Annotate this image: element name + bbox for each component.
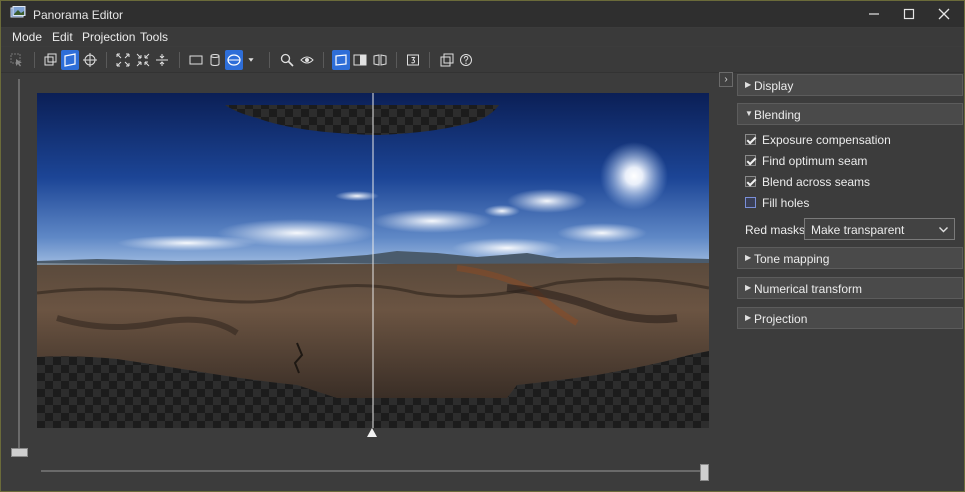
collapse-arrow-icon: ▼ <box>745 109 753 118</box>
projection-dropdown-icon <box>248 58 254 62</box>
section-numerical-transform-label: Numerical transform <box>754 282 863 296</box>
straighten-icon <box>156 54 168 66</box>
help-button[interactable] <box>457 50 475 70</box>
horizontal-slider-track[interactable] <box>41 470 705 472</box>
select-button[interactable] <box>8 50 26 70</box>
crop-button[interactable] <box>61 50 79 70</box>
help-icon <box>460 54 472 66</box>
section-tone-mapping[interactable]: ▶ Tone mapping <box>737 247 963 269</box>
cylindrical-button[interactable] <box>206 50 224 70</box>
preview-eye-icon <box>300 56 314 64</box>
rectilinear-button[interactable] <box>187 50 205 70</box>
spherical-button[interactable] <box>225 50 243 70</box>
color-picker-icon <box>353 54 367 66</box>
expand-arrow-icon: ▶ <box>745 313 752 322</box>
blend-across-seams-checkbox[interactable] <box>745 176 756 187</box>
toolbar-separator <box>34 52 35 68</box>
close-icon <box>938 8 950 20</box>
rectilinear-projection-icon <box>189 55 203 65</box>
color-picker-button[interactable] <box>351 50 369 70</box>
select-arrow-icon <box>10 53 22 67</box>
section-numerical-transform[interactable]: ▶ Numerical transform <box>737 277 963 299</box>
split-view-button[interactable] <box>371 50 389 70</box>
expand-arrow-icon: ▶ <box>745 80 752 89</box>
identify-icon <box>335 54 347 66</box>
expand-arrow-icon: ▶ <box>745 253 752 262</box>
menu-projection[interactable]: Projection <box>82 30 135 44</box>
projection-dropdown-button[interactable] <box>245 50 257 70</box>
title-bar: Panorama Editor <box>1 1 964 27</box>
vertical-slider-handle[interactable] <box>11 448 28 457</box>
panorama-editor-window: Panorama Editor Mode Edit Projection Too… <box>0 0 965 492</box>
chevron-down-icon <box>939 227 948 233</box>
split-view-icon <box>373 54 387 66</box>
find-optimum-seam-checkbox[interactable] <box>745 155 756 166</box>
app-icon <box>10 6 26 18</box>
spherical-projection-icon <box>227 54 241 66</box>
find-optimum-seam-label: Find optimum seam <box>762 154 868 168</box>
layers-icon <box>44 53 57 66</box>
zoom-icon <box>280 53 294 67</box>
toolbar-separator <box>396 52 397 68</box>
center-icon <box>136 53 150 67</box>
straighten-button[interactable] <box>153 50 171 70</box>
minimize-button[interactable] <box>856 1 892 27</box>
menu-mode[interactable]: Mode <box>12 30 42 44</box>
toolbar-separator <box>269 52 270 68</box>
vertical-slider-track[interactable] <box>18 79 20 449</box>
window-title: Panorama Editor <box>33 8 124 22</box>
exposure-compensation-label: Exposure compensation <box>762 133 891 147</box>
crosshair-button[interactable] <box>81 50 99 70</box>
minimize-icon <box>869 13 879 15</box>
red-masks-label: Red masks: <box>745 223 809 237</box>
maximize-button[interactable] <box>891 1 927 27</box>
fit-icon <box>116 53 130 67</box>
overlay-button[interactable] <box>438 50 456 70</box>
close-button[interactable] <box>926 1 962 27</box>
exposure-compensation-checkbox[interactable] <box>745 134 756 145</box>
horizontal-slider-handle[interactable] <box>700 464 709 481</box>
menu-bar: Mode Edit Projection Tools <box>1 28 964 46</box>
section-projection[interactable]: ▶ Projection <box>737 307 963 329</box>
center-marker[interactable] <box>367 428 377 437</box>
crosshair-icon <box>83 53 97 67</box>
fill-holes-checkbox[interactable] <box>745 197 756 208</box>
number-icon <box>407 54 419 66</box>
section-tone-mapping-label: Tone mapping <box>754 252 830 266</box>
overlay-icon <box>440 53 454 67</box>
zoom-button[interactable] <box>278 50 296 70</box>
collapse-panel-button[interactable]: › <box>719 72 733 87</box>
menu-tools[interactable]: Tools <box>140 30 168 44</box>
red-masks-value: Make transparent <box>811 223 905 237</box>
panorama-preview[interactable] <box>37 93 709 428</box>
cylindrical-projection-icon <box>210 54 220 66</box>
panorama-image <box>37 93 709 428</box>
layers-button[interactable] <box>42 50 60 70</box>
menu-edit[interactable]: Edit <box>52 30 73 44</box>
red-masks-select[interactable]: Make transparent <box>804 218 955 240</box>
fill-holes-label: Fill holes <box>762 196 810 210</box>
section-display-label: Display <box>754 79 794 93</box>
toolbar-separator <box>429 52 430 68</box>
identify-button[interactable] <box>332 50 350 70</box>
toolbar <box>1 47 964 73</box>
expand-arrow-icon: ▶ <box>745 283 752 292</box>
toolbar-separator <box>106 52 107 68</box>
number-button[interactable] <box>404 50 422 70</box>
toolbar-separator <box>179 52 180 68</box>
section-projection-label: Projection <box>754 312 808 326</box>
fit-button[interactable] <box>114 50 132 70</box>
section-display[interactable]: ▶ Display <box>737 74 963 96</box>
blend-across-seams-label: Blend across seams <box>762 175 871 189</box>
section-blending[interactable]: ▼ Blending <box>737 103 963 125</box>
preview-button[interactable] <box>298 50 316 70</box>
section-blending-label: Blending <box>754 108 801 122</box>
toolbar-separator <box>323 52 324 68</box>
maximize-icon <box>903 8 915 20</box>
crop-icon <box>64 53 76 67</box>
center-button[interactable] <box>134 50 152 70</box>
